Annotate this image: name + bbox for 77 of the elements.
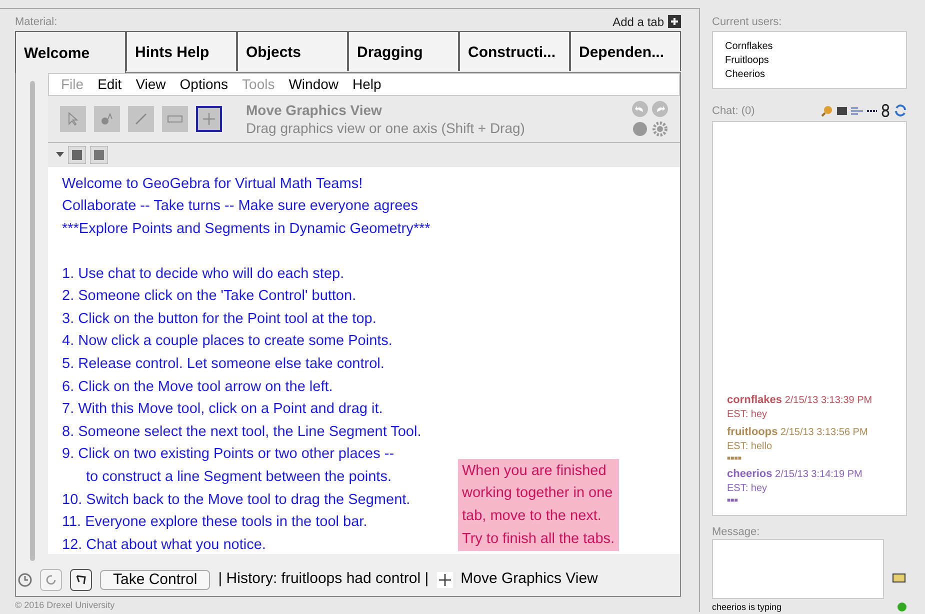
message-text: EST: hey bbox=[727, 482, 768, 496]
intro-text: Welcome to GeoGebra for Virtual Math Teams! bbox=[62, 174, 364, 194]
tool-title: Move Graphics View bbox=[246, 100, 383, 119]
send-icon[interactable] bbox=[892, 572, 906, 584]
user-name: Fruitloops bbox=[725, 54, 770, 68]
release-button[interactable] bbox=[70, 568, 92, 591]
redo-icon[interactable] bbox=[652, 100, 668, 117]
point-icon bbox=[101, 112, 113, 125]
step-text: 11. Everyone explore these tools in the tool bar. bbox=[62, 513, 368, 532]
tab[interactable]: Hints Help bbox=[126, 30, 237, 71]
grid-icon[interactable] bbox=[90, 146, 108, 164]
step-text: 8. Someone select the next tool, the Line Segment Tool. bbox=[62, 422, 422, 442]
message-text: EST: hey bbox=[727, 408, 768, 422]
clock-icon bbox=[18, 572, 32, 587]
current-tool-text: Move Graphics View bbox=[460, 569, 598, 590]
tab[interactable]: Objects bbox=[237, 30, 348, 71]
refresh-icon bbox=[45, 574, 57, 586]
step-text: 12. Chat about what you notice. bbox=[62, 536, 266, 555]
step-text: 1. Use chat to decide who will do each step. bbox=[62, 264, 344, 284]
step-text: 4. Now click a couple places to create some Points. bbox=[62, 332, 392, 352]
note-text: working together in one bbox=[462, 484, 614, 504]
typing-status: cheerios is typing bbox=[712, 600, 782, 614]
step-text: 2. Someone click on the 'Take Control' button. bbox=[62, 287, 356, 306]
undo-icon[interactable] bbox=[632, 100, 648, 117]
move-icon bbox=[202, 112, 216, 126]
intro-text: Collaborate -- Take turns -- Make sure everyone agrees bbox=[62, 197, 419, 216]
history-text: | History: fruitloops had control | bbox=[218, 569, 429, 590]
user-name: Cornflakes bbox=[725, 40, 774, 54]
settings-icon[interactable] bbox=[652, 120, 668, 137]
menu-item[interactable]: Options bbox=[180, 74, 228, 95]
view-icon[interactable] bbox=[68, 146, 86, 164]
message-header: cornflakes 2/15/13 3:13:39 PM bbox=[727, 392, 874, 408]
search-icon[interactable] bbox=[821, 104, 833, 117]
segment-icon bbox=[134, 112, 148, 126]
help-icon[interactable] bbox=[632, 120, 648, 137]
menu-item[interactable]: View bbox=[136, 74, 166, 95]
dropdown-icon[interactable] bbox=[56, 152, 64, 158]
tab[interactable]: Constructi... bbox=[459, 30, 570, 71]
step-text: 6. Click on the Move tool arrow on the left. bbox=[62, 378, 333, 397]
step-text: 9. Click on two existing Points or two other places -- bbox=[62, 445, 394, 464]
image-icon[interactable] bbox=[837, 106, 847, 115]
message-label: Message: bbox=[712, 524, 761, 538]
user-name: Cheerios bbox=[725, 68, 766, 82]
intro-text: ***Explore Points and Segments in Dynamic Geometry*** bbox=[62, 220, 432, 240]
step-text: 5. Release control. Let someone else take control. bbox=[62, 355, 384, 374]
list-icon[interactable] bbox=[851, 106, 863, 115]
menu-item[interactable]: Help bbox=[352, 74, 382, 95]
copyright-text: © 2016 Drexel University bbox=[15, 598, 116, 612]
message-text: EST: hello bbox=[727, 440, 774, 454]
text-icon bbox=[167, 114, 183, 124]
message-header: cheerios 2/15/13 3:14:19 PM bbox=[727, 466, 864, 482]
note-text: When you are finished bbox=[462, 462, 608, 481]
step-text: 3. Click on the button for the Point tool at the top. bbox=[62, 310, 376, 329]
tab[interactable]: Welcome bbox=[15, 30, 126, 73]
note-text: Try to finish all the tabs. bbox=[462, 530, 615, 549]
refresh-icon[interactable] bbox=[894, 104, 907, 118]
users-label: Current users: bbox=[712, 15, 783, 30]
menu-item[interactable]: Window bbox=[288, 74, 339, 95]
note-text: tab, move to the next. bbox=[462, 507, 602, 526]
step-text: 7. With this Move tool, click on a Point and drag it. bbox=[62, 400, 383, 420]
tab[interactable]: Dragging bbox=[348, 30, 459, 71]
refresh-button[interactable] bbox=[40, 568, 62, 591]
plus-icon bbox=[668, 15, 681, 28]
step-text: to construct a line Segment between the points. bbox=[86, 468, 392, 487]
chat-label: Chat: (0) bbox=[712, 104, 755, 119]
step-text: 10. Switch back to the Move tool to drag the Segment. bbox=[62, 490, 410, 510]
tool-button[interactable] bbox=[196, 106, 222, 132]
message-field[interactable] bbox=[712, 538, 884, 598]
add-tab-button[interactable]: Add a tab bbox=[612, 12, 681, 31]
tab[interactable]: Dependen... bbox=[570, 30, 681, 71]
take-control-button[interactable]: Take Control bbox=[100, 570, 210, 590]
menu-item[interactable]: Edit bbox=[98, 74, 122, 95]
tool-help: Drag graphics view or one axis (Shift + Drag) bbox=[246, 118, 525, 137]
more-icon[interactable] bbox=[867, 108, 877, 113]
arrow-icon bbox=[66, 112, 80, 126]
material-label: Material: bbox=[15, 15, 58, 30]
message-header: fruitloops 2/15/13 3:13:56 PM bbox=[727, 424, 869, 440]
